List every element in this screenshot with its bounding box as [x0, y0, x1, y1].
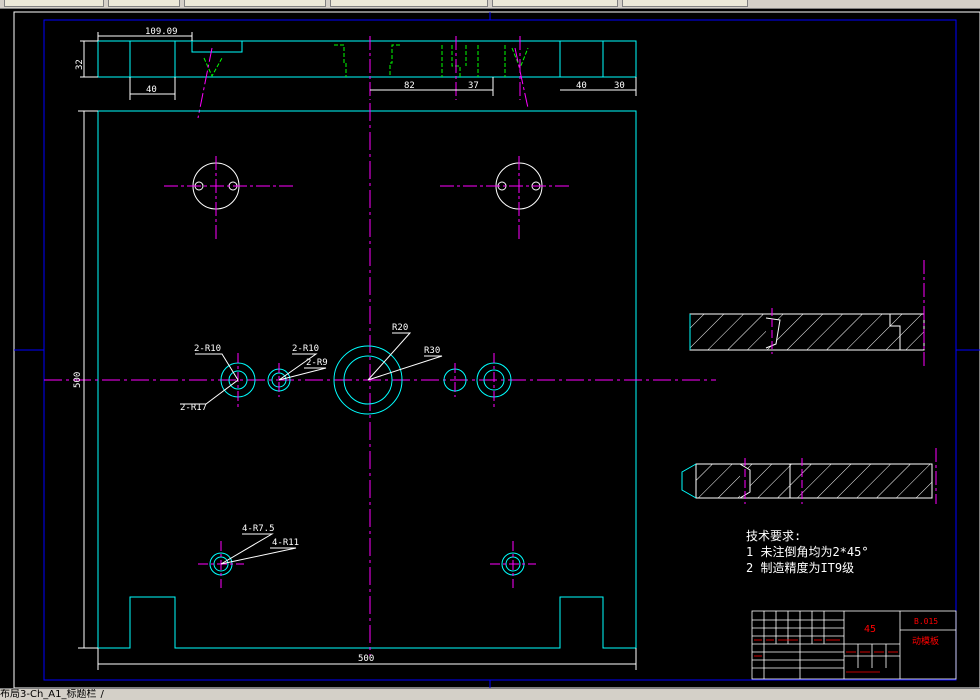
dim-37: 37	[468, 81, 479, 91]
dim-82: 82	[404, 81, 415, 91]
section-view-upper	[689, 260, 925, 368]
toolbar-tab-5[interactable]	[492, 0, 618, 7]
layout-tab-bar: 布局3-Ch_A1_标题栏 /	[0, 688, 980, 700]
plan-view	[44, 103, 716, 656]
label-2-r10-left: 2-R10	[194, 344, 221, 354]
label-2-r17: 2-R17	[180, 403, 207, 413]
notes-line-1: 1 未注倒角均为2*45°	[746, 544, 869, 559]
label-r30: R30	[424, 346, 440, 356]
tab-separator: /	[100, 689, 104, 700]
label-2-r9: 2-R9	[306, 358, 328, 368]
toolbar-tab-3[interactable]	[184, 0, 326, 7]
title-part-name: 动模板	[912, 635, 939, 647]
dim-30: 30	[614, 81, 625, 91]
label-r20: R20	[392, 323, 408, 333]
toolbar-tab-1[interactable]	[4, 0, 104, 7]
toolbar-tab-6[interactable]	[622, 0, 748, 7]
overall-dimensions	[78, 110, 637, 670]
top-view	[97, 36, 637, 119]
toolbar-tab-2[interactable]	[108, 0, 180, 7]
dim-horizontal-500: 500	[358, 654, 374, 664]
layout-tab[interactable]: 布局3-Ch_A1_标题栏	[0, 689, 97, 700]
dim-vertical-500: 500	[73, 372, 83, 388]
drawing-canvas[interactable]: 109.09 32 40 82 37 40 30 2-R10 2-R17 2-R…	[0, 8, 980, 689]
title-drawing-number: B.015	[914, 617, 938, 626]
notes-heading: 技术要求:	[746, 529, 801, 543]
dim-top-width: 109.09	[145, 27, 178, 37]
label-4-r7-5: 4-R7.5	[242, 524, 275, 534]
title-material: 45	[864, 624, 876, 635]
dim-40-right: 40	[576, 81, 587, 91]
toolbar-tab-4[interactable]	[330, 0, 488, 7]
dim-40-left: 40	[146, 85, 157, 95]
cad-drawing[interactable]: 109.09 32 40 82 37 40 30 2-R10 2-R17 2-R…	[0, 8, 980, 689]
section-view-lower	[681, 448, 937, 504]
label-2-r10-right: 2-R10	[292, 344, 319, 354]
top-view-dimensions	[80, 32, 637, 100]
notes-line-2: 2 制造精度为IT9级	[746, 560, 854, 575]
dim-height-32: 32	[75, 59, 85, 70]
label-4-r11: 4-R11	[272, 538, 299, 548]
